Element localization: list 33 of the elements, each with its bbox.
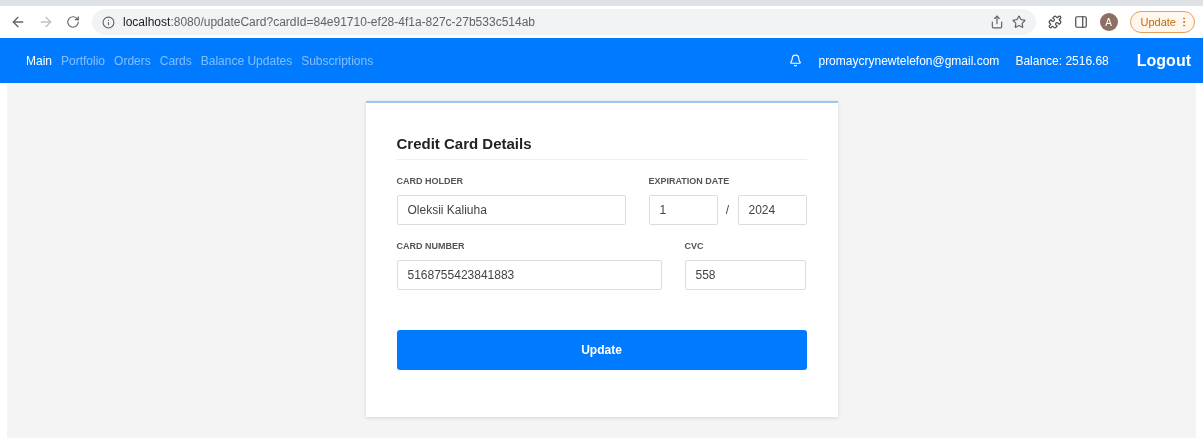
month-field[interactable]: 1 — [648, 195, 718, 225]
card-holder-field[interactable]: Oleksii Kaliuha — [396, 195, 626, 225]
info-icon[interactable] — [102, 15, 115, 29]
notification-bell-icon[interactable] — [789, 54, 803, 67]
nav-link[interactable]: Main — [26, 53, 52, 68]
user-email: promaycrynewtelefon@gmail.com — [818, 53, 1000, 68]
field-label: EXPIRATION DATE — [648, 176, 731, 188]
nav-link[interactable]: Portfolio — [61, 53, 106, 68]
update-button[interactable]: Update — [396, 330, 807, 370]
date-separator: / — [724, 203, 731, 217]
card-number-field[interactable]: 5168755423841883 — [396, 260, 662, 290]
browser-update-button[interactable]: Update — [1129, 11, 1195, 33]
bookmark-icon[interactable] — [1011, 15, 1026, 29]
reload-icon[interactable] — [66, 15, 80, 29]
field-label: CARD NUMBER — [396, 241, 466, 253]
logout-link[interactable]: Logout — [1136, 51, 1191, 70]
back-icon[interactable] — [10, 14, 26, 30]
field-label: CVC — [684, 241, 705, 253]
nav-link[interactable]: Balance Updates — [200, 53, 293, 68]
cvc-field[interactable]: 558 — [684, 260, 806, 290]
form-title: Credit Card Details — [396, 135, 807, 160]
side-panel-icon[interactable] — [1073, 15, 1088, 29]
address-bar[interactable]: localhost:8080/updateCard?cardId=84e91710-ef28-4f1a-827c-27b533c514ab — [92, 9, 1036, 35]
url-text: localhost:8080/updateCard?cardId=84e91710-ef28-4f1a-827c-27b533c514ab — [123, 15, 535, 29]
nav-link[interactable]: Subscriptions — [301, 53, 374, 68]
share-icon[interactable] — [989, 15, 1004, 29]
puzzle-icon[interactable] — [1047, 15, 1062, 29]
nav-link[interactable]: Orders — [114, 53, 151, 68]
nav-link[interactable]: Cards — [159, 53, 192, 68]
profile-avatar[interactable]: A — [1099, 13, 1118, 31]
balance-text: Balance: 2516.68 — [1015, 53, 1109, 68]
year-field[interactable]: 2024 — [737, 195, 807, 225]
field-label: CARD HOLDER — [396, 176, 464, 188]
